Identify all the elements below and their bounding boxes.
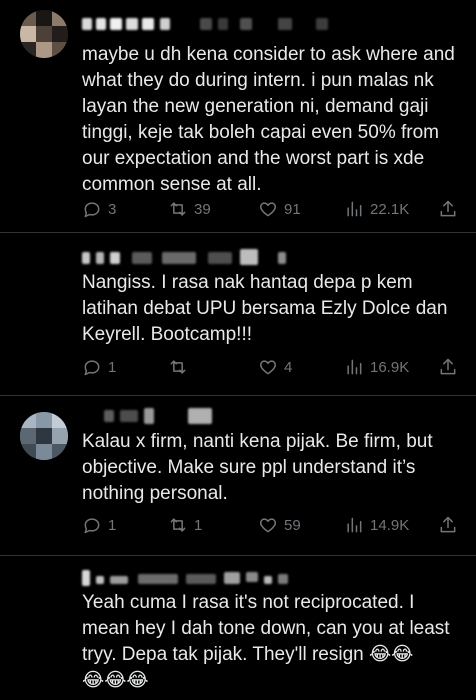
reply-icon: [84, 202, 100, 218]
heart-icon: [259, 202, 277, 217]
view-count: 22.1K: [370, 200, 410, 218]
reply-count: 1: [108, 358, 117, 376]
views-button[interactable]: 14.9K: [344, 513, 409, 537]
like-count: 91: [284, 200, 301, 218]
repost-icon: [170, 360, 186, 374]
view-count: 16.9K: [370, 358, 410, 376]
views-icon: [347, 359, 362, 375]
share-icon: [440, 200, 456, 217]
tweet-actions: 3 39 91 22.1K: [82, 197, 462, 221]
reply-tweet-4[interactable]: Yeah cuma I rasa it's not reciprocated. …: [0, 556, 476, 700]
share-button[interactable]: [438, 355, 458, 379]
like-button[interactable]: 4: [258, 355, 292, 379]
like-button[interactable]: 91: [258, 197, 301, 221]
views-icon: [347, 517, 362, 533]
tweet-actions: 1 1 59 14.9K: [82, 513, 462, 537]
like-button[interactable]: 59: [258, 513, 301, 537]
reply-button[interactable]: 1: [82, 513, 116, 537]
like-count: 4: [284, 358, 293, 376]
repost-count: 1: [194, 516, 203, 534]
share-button[interactable]: [438, 197, 458, 221]
repost-icon: [170, 202, 186, 216]
reply-tweet-3[interactable]: Kalau x firm, nanti kena pijak. Be firm,…: [0, 396, 476, 555]
repost-button[interactable]: 1: [168, 513, 202, 537]
repost-button[interactable]: 39: [168, 197, 211, 221]
reply-count: 3: [108, 200, 117, 218]
views-button[interactable]: 22.1K: [344, 197, 409, 221]
avatar[interactable]: [20, 412, 68, 460]
views-icon: [347, 201, 362, 217]
avatar[interactable]: [20, 10, 68, 58]
views-button[interactable]: 16.9K: [344, 355, 409, 379]
tweet-text: maybe u dh kena consider to ask where an…: [82, 44, 455, 195]
repost-button[interactable]: [168, 355, 194, 379]
repost-icon: [170, 518, 186, 532]
reply-thread: maybe u dh kena consider to ask where an…: [0, 0, 476, 700]
tweet-actions: 1 4 16.9K: [82, 355, 462, 379]
share-icon: [440, 358, 456, 375]
share-button[interactable]: [438, 513, 458, 537]
reply-icon: [84, 518, 100, 534]
heart-icon: [259, 518, 277, 533]
repost-count: 39: [194, 200, 211, 218]
heart-icon: [259, 360, 277, 375]
reply-button[interactable]: 1: [82, 355, 116, 379]
reply-tweet-1[interactable]: maybe u dh kena consider to ask where an…: [0, 0, 476, 232]
share-icon: [440, 516, 456, 533]
like-count: 59: [284, 516, 301, 534]
view-count: 14.9K: [370, 516, 410, 534]
reply-tweet-2[interactable]: Nangiss. I rasa nak hantaq depa p kem la…: [0, 233, 476, 395]
tweet-text: Yeah cuma I rasa it's not reciprocated. …: [82, 592, 450, 691]
reply-button[interactable]: 3: [82, 197, 116, 221]
reply-icon: [84, 360, 100, 376]
tweet-text: Kalau x firm, nanti kena pijak. Be firm,…: [82, 431, 433, 504]
reply-count: 1: [108, 516, 117, 534]
tweet-text: Nangiss. I rasa nak hantaq depa p kem la…: [82, 272, 448, 345]
